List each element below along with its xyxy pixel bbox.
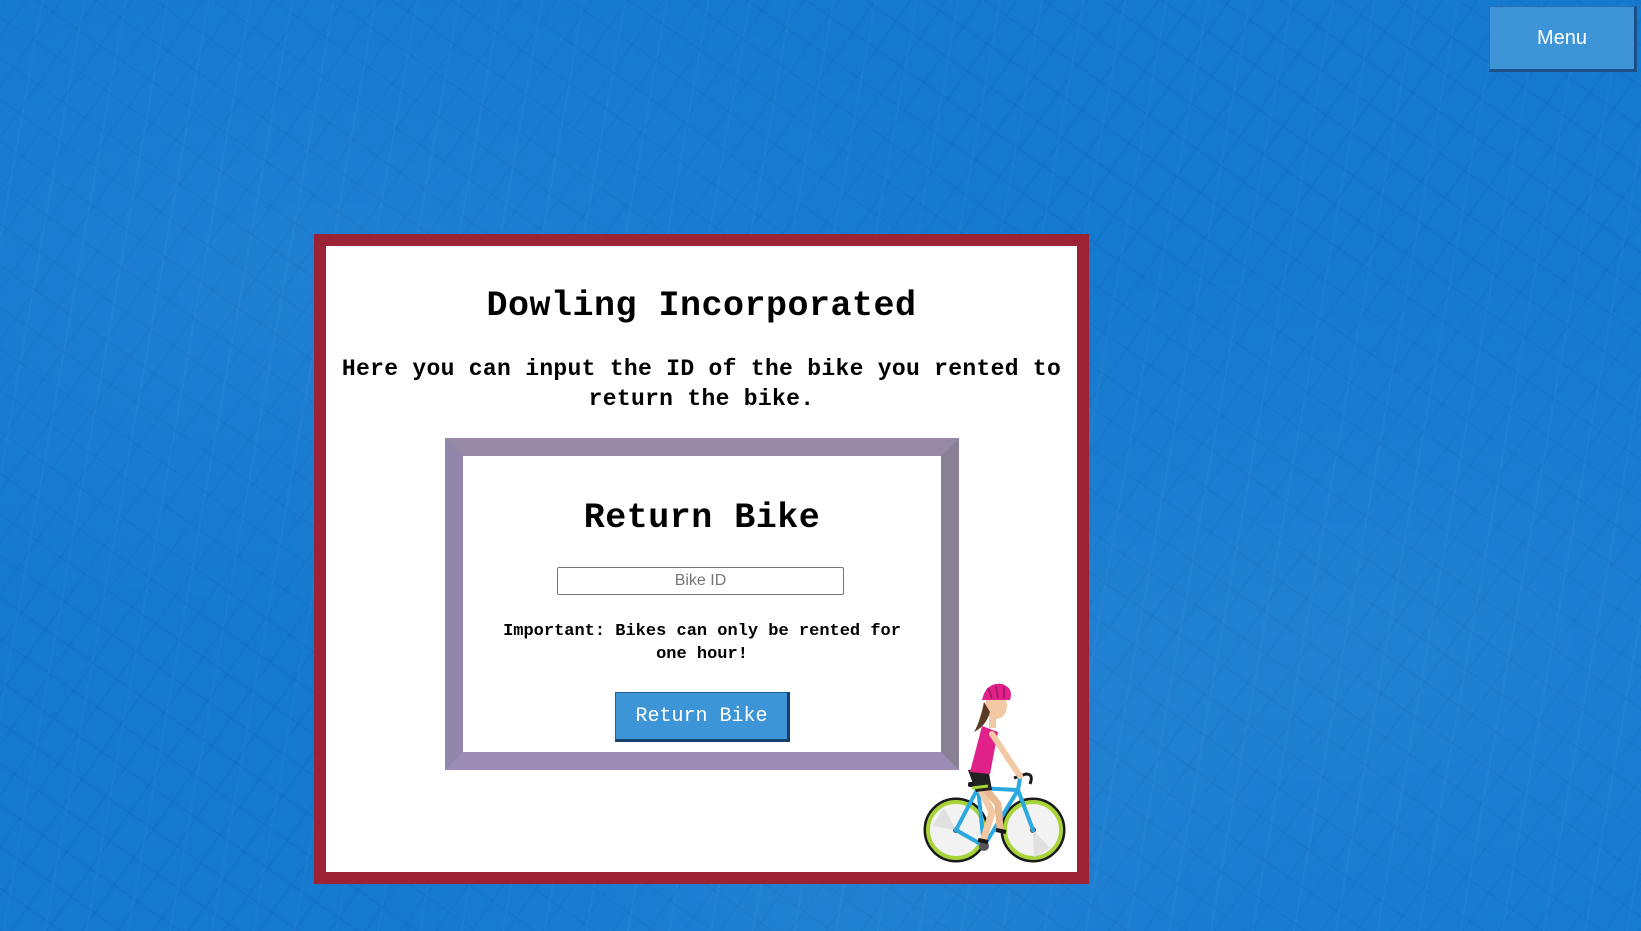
main-card: Dowling Incorporated Here you can input … <box>314 234 1089 884</box>
menu-button[interactable]: Menu <box>1489 6 1637 72</box>
return-bike-button[interactable]: Return Bike <box>615 692 790 742</box>
cyclist-illustration <box>923 683 1066 863</box>
rental-notice: Important: Bikes can only be rented for … <box>503 622 901 664</box>
intro-text: Here you can input the ID of the bike yo… <box>341 356 1062 412</box>
page-title: Dowling Incorporated <box>486 286 917 326</box>
return-bike-form: Return Bike Important: Bikes can only be… <box>445 438 959 770</box>
bike-id-input[interactable] <box>557 567 844 595</box>
form-title: Return Bike <box>583 498 821 538</box>
helmet-icon <box>982 683 1011 700</box>
